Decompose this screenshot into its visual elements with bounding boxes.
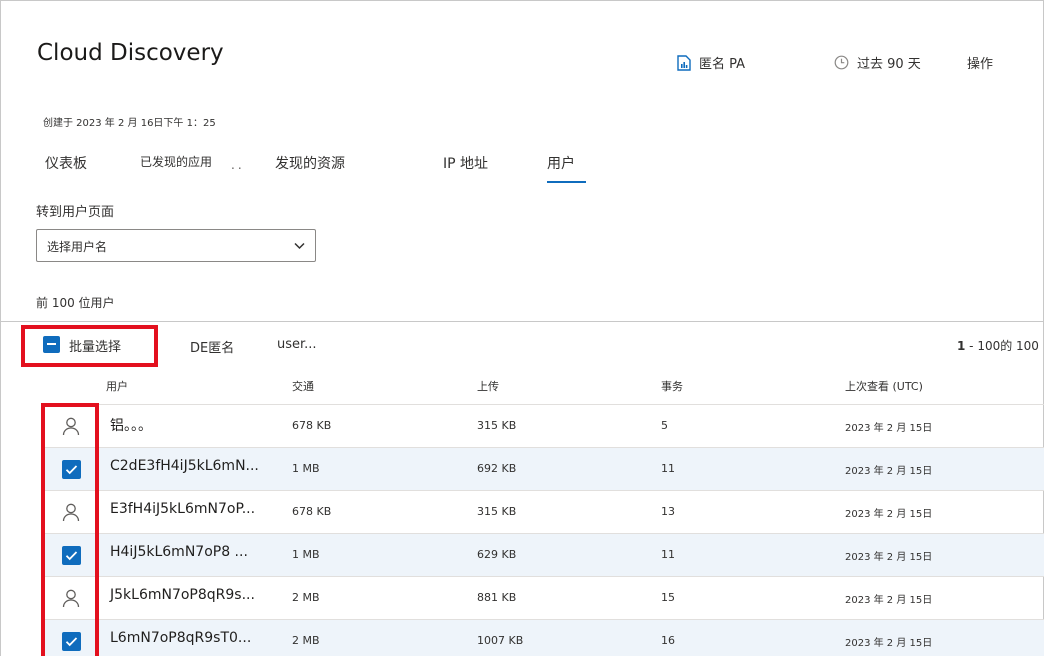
pagination-total: - 100的 100: [965, 339, 1039, 353]
upload-value: 1007 KB: [477, 634, 524, 647]
upload-value: 315 KB: [477, 505, 517, 518]
traffic-value: 678 KB: [292, 419, 332, 432]
time-range-button[interactable]: 过去 90 天: [834, 53, 921, 72]
table-row[interactable]: H4iJ5kL6mN7oP8 ... 1 MB 629 KB 11 2023 年…: [41, 533, 1044, 576]
user-name[interactable]: C2dE3fH4iJ5kL6mN...: [110, 458, 259, 474]
upload-value: 315 KB: [477, 419, 517, 432]
transactions-value: 13: [661, 505, 675, 518]
report-icon: [677, 54, 691, 71]
last-seen-value: 2023 年 2 月 15日: [845, 552, 933, 563]
last-seen-value: 2023 年 2 月 15日: [845, 423, 933, 434]
tab-dashboard[interactable]: 仪表板: [45, 153, 87, 173]
active-tab-indicator: [547, 181, 586, 183]
tab-discovered-resources[interactable]: 发现的资源: [275, 153, 345, 173]
table-row[interactable]: 铝。。。 678 KB 315 KB 5 2023 年 2 月 15日: [41, 404, 1044, 447]
column-header-upload[interactable]: 上传: [477, 378, 499, 394]
bulk-select-highlight: [21, 325, 158, 367]
user-name[interactable]: E3fH4iJ5kL6mN7oP...: [110, 501, 255, 517]
anon-report-label: 匿名 PA: [699, 57, 746, 72]
column-header-user[interactable]: 用户: [106, 378, 128, 394]
tab-ip-addresses[interactable]: IP 地址: [443, 153, 488, 173]
user-column-highlight: [41, 403, 99, 656]
user-name[interactable]: H4iJ5kL6mN7oP8 ...: [110, 544, 248, 560]
transactions-value: 5: [661, 419, 668, 432]
deanonymize-button[interactable]: DE匿名: [190, 337, 234, 356]
anon-report-button[interactable]: 匿名 PA: [677, 53, 745, 72]
table-row[interactable]: C2dE3fH4iJ5kL6mN... 1 MB 692 KB 11 2023 …: [41, 447, 1044, 490]
upload-value: 692 KB: [477, 462, 517, 475]
tab-users[interactable]: 用户: [547, 153, 575, 173]
user-tag-button[interactable]: user...: [277, 337, 317, 352]
traffic-value: 678 KB: [292, 505, 332, 518]
actions-label: 操作: [967, 57, 994, 72]
transactions-value: 11: [661, 462, 675, 475]
username-select-value: 选择用户名: [47, 240, 108, 254]
upload-value: 881 KB: [477, 591, 517, 604]
tab-overflow-dots: ..: [231, 158, 245, 172]
time-range-label: 过去 90 天: [857, 57, 921, 72]
created-timestamp: 创建于 2023 年 2 月 16日下午 1：25: [43, 118, 216, 129]
last-seen-value: 2023 年 2 月 15日: [845, 509, 933, 520]
transactions-value: 11: [661, 548, 675, 561]
traffic-value: 2 MB: [292, 634, 320, 647]
table-row[interactable]: J5kL6mN7oP8qR9s... 2 MB 881 KB 15 2023 年…: [41, 576, 1044, 619]
table-row[interactable]: E3fH4iJ5kL6mN7oP... 678 KB 315 KB 13 202…: [41, 490, 1044, 533]
user-name[interactable]: 铝。。。: [110, 415, 152, 435]
last-seen-value: 2023 年 2 月 15日: [845, 595, 933, 606]
traffic-value: 1 MB: [292, 462, 320, 475]
upload-value: 629 KB: [477, 548, 517, 561]
transactions-value: 16: [661, 634, 675, 647]
page-title: Cloud Discovery: [37, 40, 224, 66]
last-seen-value: 2023 年 2 月 15日: [845, 466, 933, 477]
goto-user-label: 转到用户页面: [36, 205, 115, 220]
last-seen-value: 2023 年 2 月 15日: [845, 638, 933, 649]
tab-discovered-apps[interactable]: 已发现的应用: [140, 153, 212, 170]
top-users-label: 前 100 位用户: [36, 296, 115, 310]
username-select[interactable]: 选择用户名: [36, 229, 316, 262]
section-divider: [0, 321, 1044, 322]
user-name[interactable]: J5kL6mN7oP8qR9s...: [110, 587, 255, 603]
traffic-value: 2 MB: [292, 591, 320, 604]
column-header-last-seen[interactable]: 上次查看 (UTC): [845, 378, 923, 394]
chevron-down-icon: [294, 242, 305, 250]
user-name[interactable]: L6mN7oP8qR9sT0...: [110, 630, 251, 646]
transactions-value: 15: [661, 591, 675, 604]
column-header-transactions[interactable]: 事务: [661, 378, 683, 394]
traffic-value: 1 MB: [292, 548, 320, 561]
clock-icon: [834, 55, 849, 70]
actions-button[interactable]: 操作: [967, 53, 993, 72]
column-header-traffic[interactable]: 交通: [292, 378, 314, 394]
table-row[interactable]: L6mN7oP8qR9sT0... 2 MB 1007 KB 16 2023 年…: [41, 619, 1044, 656]
pagination-info: 1 - 100的 100: [957, 337, 1039, 354]
